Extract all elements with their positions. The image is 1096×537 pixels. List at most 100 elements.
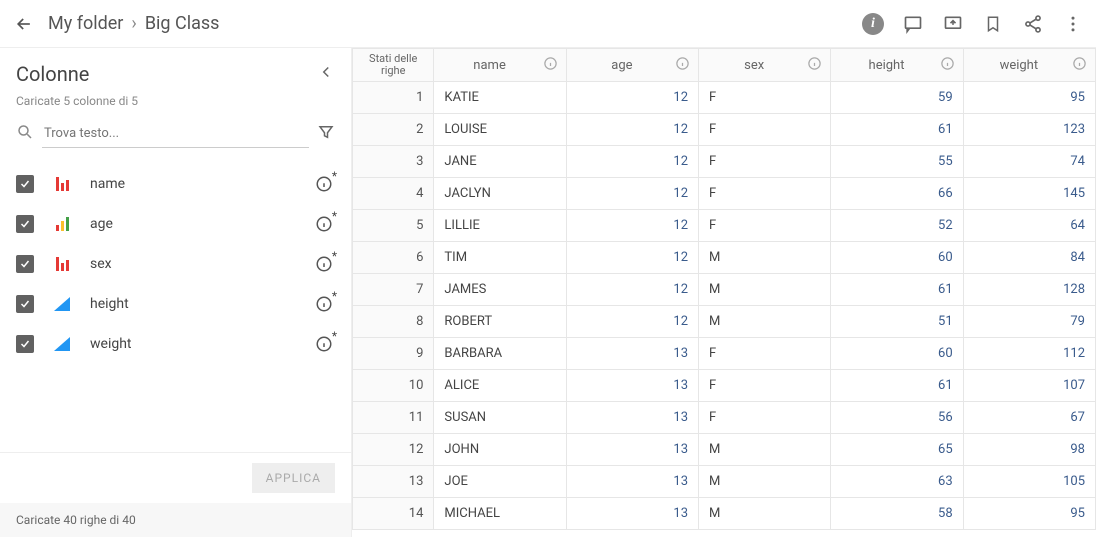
- cell-sex[interactable]: F: [699, 114, 831, 146]
- cell-sex[interactable]: F: [699, 338, 831, 370]
- table-row[interactable]: 3JANE12F5574: [353, 146, 1096, 178]
- column-header-sex[interactable]: sex: [699, 49, 831, 82]
- cell-weight[interactable]: 95: [963, 82, 1095, 114]
- table-row[interactable]: 2LOUISE12F61123: [353, 114, 1096, 146]
- cell-height[interactable]: 65: [831, 434, 963, 466]
- cell-weight[interactable]: 128: [963, 274, 1095, 306]
- cell-sex[interactable]: M: [699, 306, 831, 338]
- cell-height[interactable]: 60: [831, 242, 963, 274]
- cell-name[interactable]: JOHN: [434, 434, 566, 466]
- cell-age[interactable]: 13: [566, 338, 698, 370]
- cell-name[interactable]: JAMES: [434, 274, 566, 306]
- table-row[interactable]: 14MICHAEL13M5895: [353, 498, 1096, 530]
- cell-age[interactable]: 13: [566, 498, 698, 530]
- column-name[interactable]: name: [90, 176, 297, 192]
- row-state-header[interactable]: Stati delle righe: [353, 49, 434, 82]
- cell-age[interactable]: 12: [566, 210, 698, 242]
- cell-height[interactable]: 66: [831, 178, 963, 210]
- table-row[interactable]: 4JACLYN12F66145: [353, 178, 1096, 210]
- table-row[interactable]: 13JOE13M63105: [353, 466, 1096, 498]
- comment-icon[interactable]: [902, 13, 924, 35]
- cell-age[interactable]: 12: [566, 146, 698, 178]
- cell-weight[interactable]: 145: [963, 178, 1095, 210]
- cell-weight[interactable]: 107: [963, 370, 1095, 402]
- cell-weight[interactable]: 67: [963, 402, 1095, 434]
- table-row[interactable]: 8ROBERT12M5179: [353, 306, 1096, 338]
- cell-weight[interactable]: 84: [963, 242, 1095, 274]
- cell-sex[interactable]: F: [699, 210, 831, 242]
- table-row[interactable]: 5LILLIE12F5264: [353, 210, 1096, 242]
- cell-sex[interactable]: F: [699, 370, 831, 402]
- cell-height[interactable]: 56: [831, 402, 963, 434]
- column-name[interactable]: age: [90, 216, 297, 232]
- cell-height[interactable]: 61: [831, 114, 963, 146]
- cell-name[interactable]: JACLYN: [434, 178, 566, 210]
- bookmark-icon[interactable]: [982, 13, 1004, 35]
- cell-age[interactable]: 12: [566, 178, 698, 210]
- cell-height[interactable]: 55: [831, 146, 963, 178]
- column-info-button[interactable]: [313, 173, 335, 195]
- cell-weight[interactable]: 123: [963, 114, 1095, 146]
- cell-sex[interactable]: M: [699, 466, 831, 498]
- cell-age[interactable]: 12: [566, 306, 698, 338]
- cell-age[interactable]: 13: [566, 434, 698, 466]
- data-grid[interactable]: Stati delle righe nameagesexheightweight…: [352, 48, 1096, 537]
- cell-name[interactable]: KATIE: [434, 82, 566, 114]
- cell-sex[interactable]: M: [699, 242, 831, 274]
- table-row[interactable]: 7JAMES12M61128: [353, 274, 1096, 306]
- table-row[interactable]: 12JOHN13M6598: [353, 434, 1096, 466]
- present-icon[interactable]: [942, 13, 964, 35]
- cell-age[interactable]: 12: [566, 242, 698, 274]
- cell-age[interactable]: 12: [566, 274, 698, 306]
- table-row[interactable]: 9BARBARA13F60112: [353, 338, 1096, 370]
- column-header-info-icon[interactable]: [675, 56, 690, 75]
- table-row[interactable]: 1KATIE12F5995: [353, 82, 1096, 114]
- cell-weight[interactable]: 79: [963, 306, 1095, 338]
- cell-age[interactable]: 13: [566, 402, 698, 434]
- breadcrumb-parent[interactable]: My folder: [48, 13, 123, 34]
- filter-button[interactable]: [317, 123, 335, 145]
- cell-name[interactable]: LOUISE: [434, 114, 566, 146]
- cell-height[interactable]: 61: [831, 274, 963, 306]
- column-info-button[interactable]: [313, 253, 335, 275]
- table-row[interactable]: 10ALICE13F61107: [353, 370, 1096, 402]
- column-header-weight[interactable]: weight: [963, 49, 1095, 82]
- column-search-input[interactable]: [42, 120, 309, 148]
- column-header-info-icon[interactable]: [1072, 56, 1087, 75]
- column-header-height[interactable]: height: [831, 49, 963, 82]
- cell-weight[interactable]: 95: [963, 498, 1095, 530]
- cell-weight[interactable]: 105: [963, 466, 1095, 498]
- cell-name[interactable]: TIM: [434, 242, 566, 274]
- column-header-info-icon[interactable]: [543, 56, 558, 75]
- cell-name[interactable]: ROBERT: [434, 306, 566, 338]
- cell-weight[interactable]: 74: [963, 146, 1095, 178]
- cell-name[interactable]: BARBARA: [434, 338, 566, 370]
- cell-name[interactable]: SUSAN: [434, 402, 566, 434]
- cell-height[interactable]: 61: [831, 370, 963, 402]
- cell-sex[interactable]: F: [699, 178, 831, 210]
- cell-sex[interactable]: F: [699, 82, 831, 114]
- column-info-button[interactable]: [313, 213, 335, 235]
- back-button[interactable]: [12, 12, 36, 36]
- column-checkbox[interactable]: [16, 255, 34, 273]
- cell-name[interactable]: JOE: [434, 466, 566, 498]
- info-icon[interactable]: i: [862, 13, 884, 35]
- cell-height[interactable]: 52: [831, 210, 963, 242]
- column-checkbox[interactable]: [16, 335, 34, 353]
- column-name[interactable]: weight: [90, 336, 297, 352]
- column-checkbox[interactable]: [16, 295, 34, 313]
- collapse-panel-button[interactable]: [317, 63, 335, 85]
- column-name[interactable]: height: [90, 296, 297, 312]
- column-info-button[interactable]: [313, 333, 335, 355]
- cell-name[interactable]: JANE: [434, 146, 566, 178]
- cell-weight[interactable]: 112: [963, 338, 1095, 370]
- cell-age[interactable]: 12: [566, 114, 698, 146]
- cell-height[interactable]: 60: [831, 338, 963, 370]
- cell-sex[interactable]: M: [699, 434, 831, 466]
- cell-name[interactable]: MICHAEL: [434, 498, 566, 530]
- column-header-name[interactable]: name: [434, 49, 566, 82]
- cell-age[interactable]: 13: [566, 370, 698, 402]
- column-info-button[interactable]: [313, 293, 335, 315]
- cell-height[interactable]: 63: [831, 466, 963, 498]
- cell-name[interactable]: ALICE: [434, 370, 566, 402]
